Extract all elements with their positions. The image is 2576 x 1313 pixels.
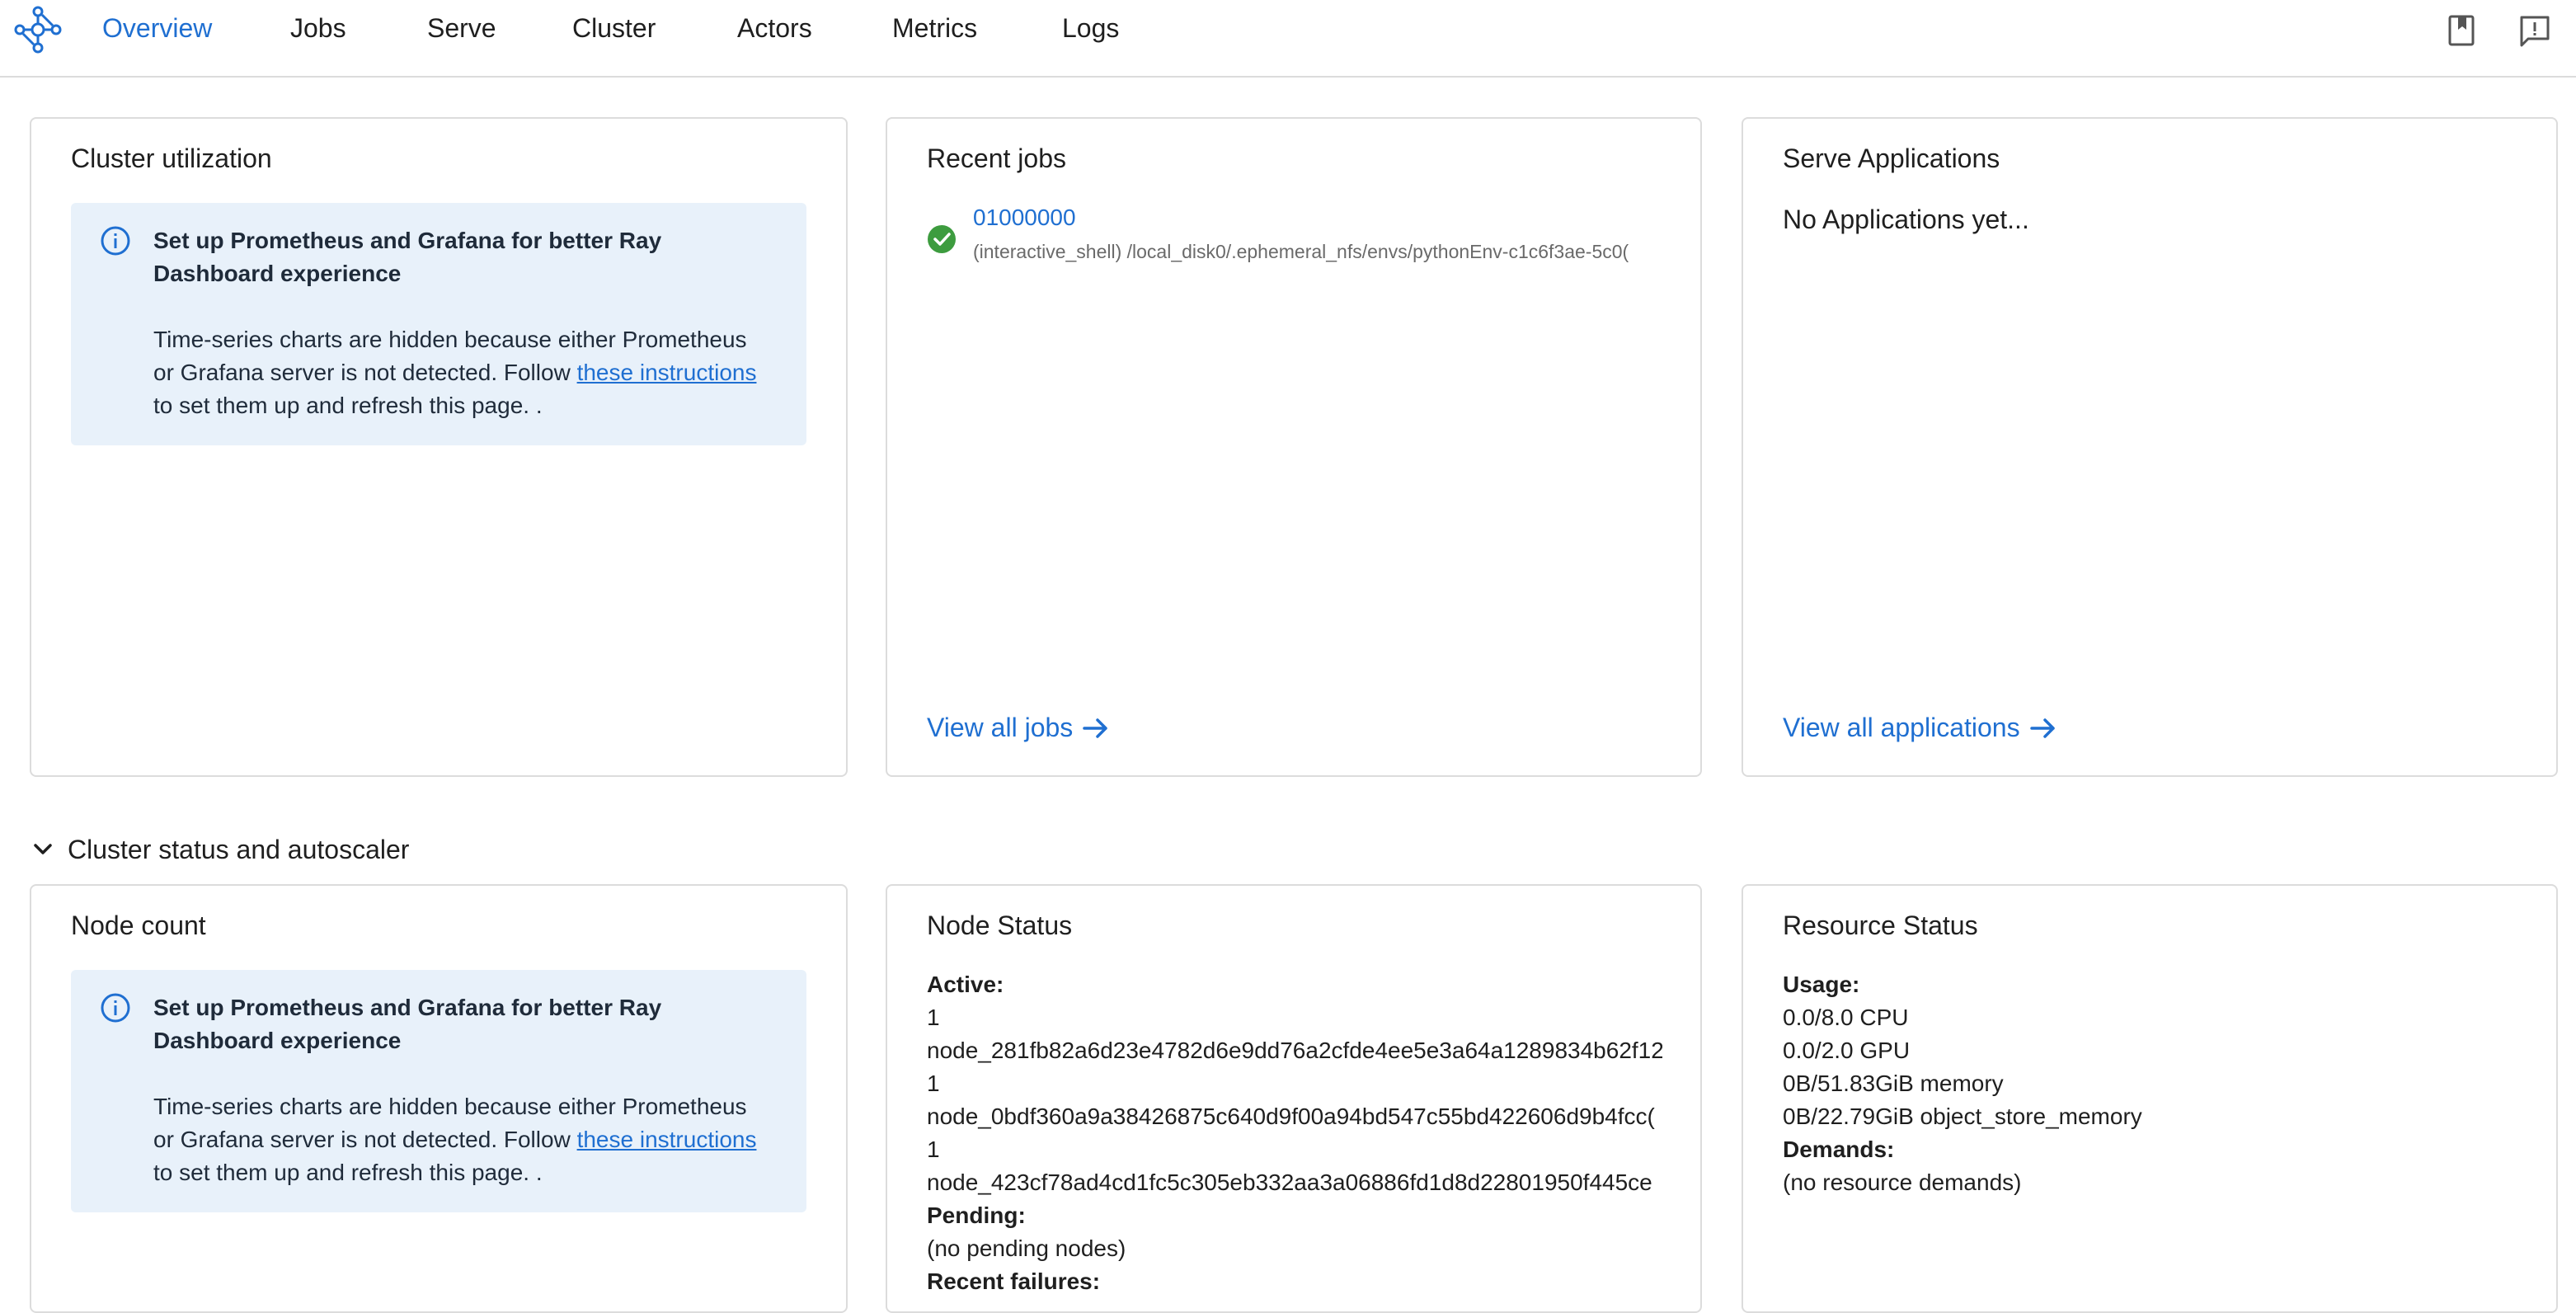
nav-jobs[interactable]: Jobs (290, 13, 346, 44)
usage-label: Usage: (1783, 972, 1860, 997)
arrow-right-icon (1083, 718, 1108, 738)
alert-body: Time-series charts are hidden because ei… (153, 327, 757, 418)
nav-actors[interactable]: Actors (737, 13, 812, 44)
nav-metrics[interactable]: Metrics (892, 13, 977, 44)
alert-body: Time-series charts are hidden because ei… (153, 1094, 757, 1185)
object-store-memory-usage: 0B/22.79GiB object_store_memory (1783, 1104, 2142, 1129)
card-title: Node Status (927, 911, 1073, 940)
card-title: Cluster utilization (71, 144, 272, 173)
chevron-down-icon (34, 844, 52, 854)
cluster-utilization-card: Cluster utilization Set up Prometheus an… (30, 117, 848, 777)
cpu-usage: 0.0/8.0 CPU (1783, 1005, 1909, 1030)
node-count-value: 1 (927, 1005, 940, 1030)
alert-title: Set up Prometheus and Grafana for better… (153, 228, 662, 286)
demands-value: (no resource demands) (1783, 1169, 2022, 1195)
card-title: Resource Status (1783, 911, 1978, 940)
job-id-link[interactable]: 01000000 (973, 205, 1076, 231)
info-icon (101, 993, 130, 1023)
node-status-card: Node Status Active: 1 node_281fb82a6d23e… (886, 884, 1702, 1313)
node-id: node_0bdf360a9a38426875c640d9f00a94bd547… (927, 1104, 1655, 1129)
node-id: node_281fb82a6d23e4782d6e9dd76a2cfde4ee5… (927, 1038, 1662, 1063)
book-icon[interactable] (2444, 13, 2480, 49)
node-id: node_423cf78ad4cd1fc5c305eb332aa3a06886f… (927, 1169, 1652, 1195)
demands-label: Demands: (1783, 1137, 1895, 1162)
view-all-jobs-link[interactable]: View all jobs (927, 713, 1111, 743)
feedback-icon[interactable] (2517, 13, 2553, 49)
prometheus-info-alert: Set up Prometheus and Grafana for better… (71, 970, 806, 1212)
section-label: Cluster status and autoscaler (68, 834, 410, 864)
resource-status-card: Resource Status Usage: 0.0/8.0 CPU 0.0/2… (1742, 884, 2558, 1313)
pending-nodes-value: (no pending nodes) (927, 1235, 1126, 1261)
memory-usage: 0B/51.83GiB memory (1783, 1071, 2004, 1096)
node-count-value: 1 (927, 1071, 940, 1096)
job-command: (interactive_shell) /local_disk0/.epheme… (973, 241, 1629, 262)
card-title: Node count (71, 911, 206, 940)
success-check-icon (928, 225, 956, 253)
cluster-status-section-toggle[interactable]: Cluster status and autoscaler (31, 831, 409, 868)
recent-jobs-card: Recent jobs 01000000 (interactive_shell)… (886, 117, 1702, 777)
card-title: Serve Applications (1783, 144, 2000, 173)
nav-serve[interactable]: Serve (427, 13, 496, 44)
instructions-link[interactable]: these instructions (577, 1127, 757, 1152)
view-all-applications-link[interactable]: View all applications (1783, 713, 2058, 743)
resource-status-list: Usage: 0.0/8.0 CPU 0.0/2.0 GPU 0B/51.83G… (1783, 968, 2518, 1199)
node-status-list: Active: 1 node_281fb82a6d23e4782d6e9dd76… (927, 968, 1662, 1298)
alert-title: Set up Prometheus and Grafana for better… (153, 995, 662, 1053)
no-applications-text: No Applications yet... (1783, 205, 2029, 234)
arrow-right-icon (2029, 718, 2055, 738)
prometheus-info-alert: Set up Prometheus and Grafana for better… (71, 203, 806, 445)
nav-logs[interactable]: Logs (1062, 13, 1119, 44)
node-count-value: 1 (927, 1137, 940, 1162)
ray-logo-icon[interactable] (13, 5, 63, 54)
nav-overview[interactable]: Overview (102, 13, 212, 44)
gpu-usage: 0.0/2.0 GPU (1783, 1038, 1911, 1063)
job-list-item[interactable]: 01000000 (interactive_shell) /local_disk… (927, 205, 1662, 271)
card-title: Recent jobs (927, 144, 1066, 173)
serve-applications-card: Serve Applications No Applications yet..… (1742, 117, 2558, 777)
node-count-card: Node count Set up Prometheus and Grafana… (30, 884, 848, 1313)
pending-label: Pending: (927, 1202, 1026, 1228)
top-navigation-bar: Overview Jobs Serve Cluster Actors Metri… (0, 0, 2576, 78)
instructions-link[interactable]: these instructions (577, 360, 757, 385)
nav-cluster[interactable]: Cluster (572, 13, 656, 44)
recent-failures-label: Recent failures: (927, 1268, 1101, 1294)
active-label: Active: (927, 972, 1004, 997)
info-icon (101, 226, 130, 256)
